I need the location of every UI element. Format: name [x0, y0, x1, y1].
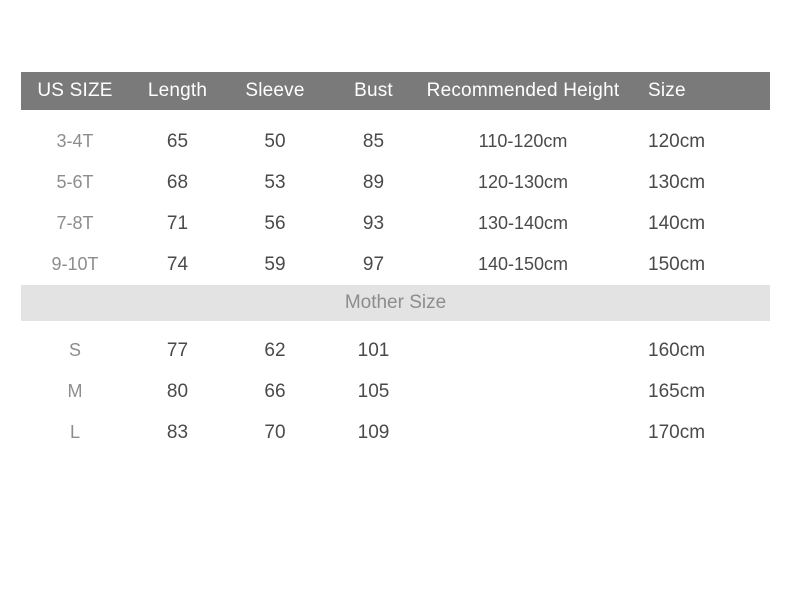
cell-recommended-height [423, 321, 623, 371]
cell-length: 68 [129, 162, 226, 203]
cell-bust: 85 [324, 110, 423, 162]
column-header-us-size: US SIZE [37, 80, 113, 101]
table-body: 3-4T 65 50 85 110-120cm 120cm 5-6T 68 53… [21, 110, 770, 453]
cell-recommended-height: 130-140cm [423, 203, 623, 244]
cell-us-size: M [21, 371, 129, 412]
cell-bust: 101 [324, 321, 423, 371]
cell-size: 130cm [623, 162, 770, 203]
cell-size: 140cm [623, 203, 770, 244]
table-row: L 83 70 109 170cm [21, 412, 770, 453]
cell-length: 65 [129, 110, 226, 162]
cell-size: 160cm [623, 321, 770, 371]
cell-length: 80 [129, 371, 226, 412]
cell-us-size: 9-10T [21, 244, 129, 285]
cell-sleeve: 53 [226, 162, 324, 203]
table-row: 3-4T 65 50 85 110-120cm 120cm [21, 110, 770, 162]
cell-sleeve: 59 [226, 244, 324, 285]
cell-recommended-height [423, 412, 623, 453]
cell-us-size: L [21, 412, 129, 453]
cell-sleeve: 70 [226, 412, 324, 453]
cell-size: 165cm [623, 371, 770, 412]
cell-us-size: 5-6T [21, 162, 129, 203]
table-row: M 80 66 105 165cm [21, 371, 770, 412]
cell-length: 83 [129, 412, 226, 453]
cell-size: 120cm [623, 110, 770, 162]
section-divider-row: Mother Size [21, 285, 770, 321]
cell-recommended-height: 140-150cm [423, 244, 623, 285]
header-row: US SIZE Length Sleeve Bust Recommended H… [21, 72, 770, 110]
table-row: 9-10T 74 59 97 140-150cm 150cm [21, 244, 770, 285]
cell-recommended-height: 110-120cm [423, 110, 623, 162]
column-header-recommended-height: Recommended Height [426, 80, 620, 101]
table-row: S 77 62 101 160cm [21, 321, 770, 371]
table-header: US SIZE Length Sleeve Bust Recommended H… [21, 72, 770, 110]
column-header-bust: Bust [354, 80, 393, 101]
cell-length: 74 [129, 244, 226, 285]
table-row: 5-6T 68 53 89 120-130cm 130cm [21, 162, 770, 203]
cell-us-size: 3-4T [21, 110, 129, 162]
cell-size: 170cm [623, 412, 770, 453]
cell-length: 71 [129, 203, 226, 244]
cell-recommended-height [423, 371, 623, 412]
cell-bust: 105 [324, 371, 423, 412]
cell-length: 77 [129, 321, 226, 371]
cell-size: 150cm [623, 244, 770, 285]
section-divider-label: Mother Size [21, 285, 770, 321]
cell-recommended-height: 120-130cm [423, 162, 623, 203]
cell-sleeve: 62 [226, 321, 324, 371]
table-row: 7-8T 71 56 93 130-140cm 140cm [21, 203, 770, 244]
column-header-size: Size [648, 80, 686, 101]
cell-us-size: S [21, 321, 129, 371]
cell-bust: 89 [324, 162, 423, 203]
size-chart: US SIZE Length Sleeve Bust Recommended H… [21, 72, 770, 453]
cell-us-size: 7-8T [21, 203, 129, 244]
cell-bust: 93 [324, 203, 423, 244]
cell-sleeve: 50 [226, 110, 324, 162]
size-chart-table: US SIZE Length Sleeve Bust Recommended H… [21, 72, 770, 453]
cell-sleeve: 66 [226, 371, 324, 412]
column-header-length: Length [147, 80, 208, 101]
cell-bust: 97 [324, 244, 423, 285]
cell-sleeve: 56 [226, 203, 324, 244]
column-header-sleeve: Sleeve [245, 80, 305, 101]
cell-bust: 109 [324, 412, 423, 453]
